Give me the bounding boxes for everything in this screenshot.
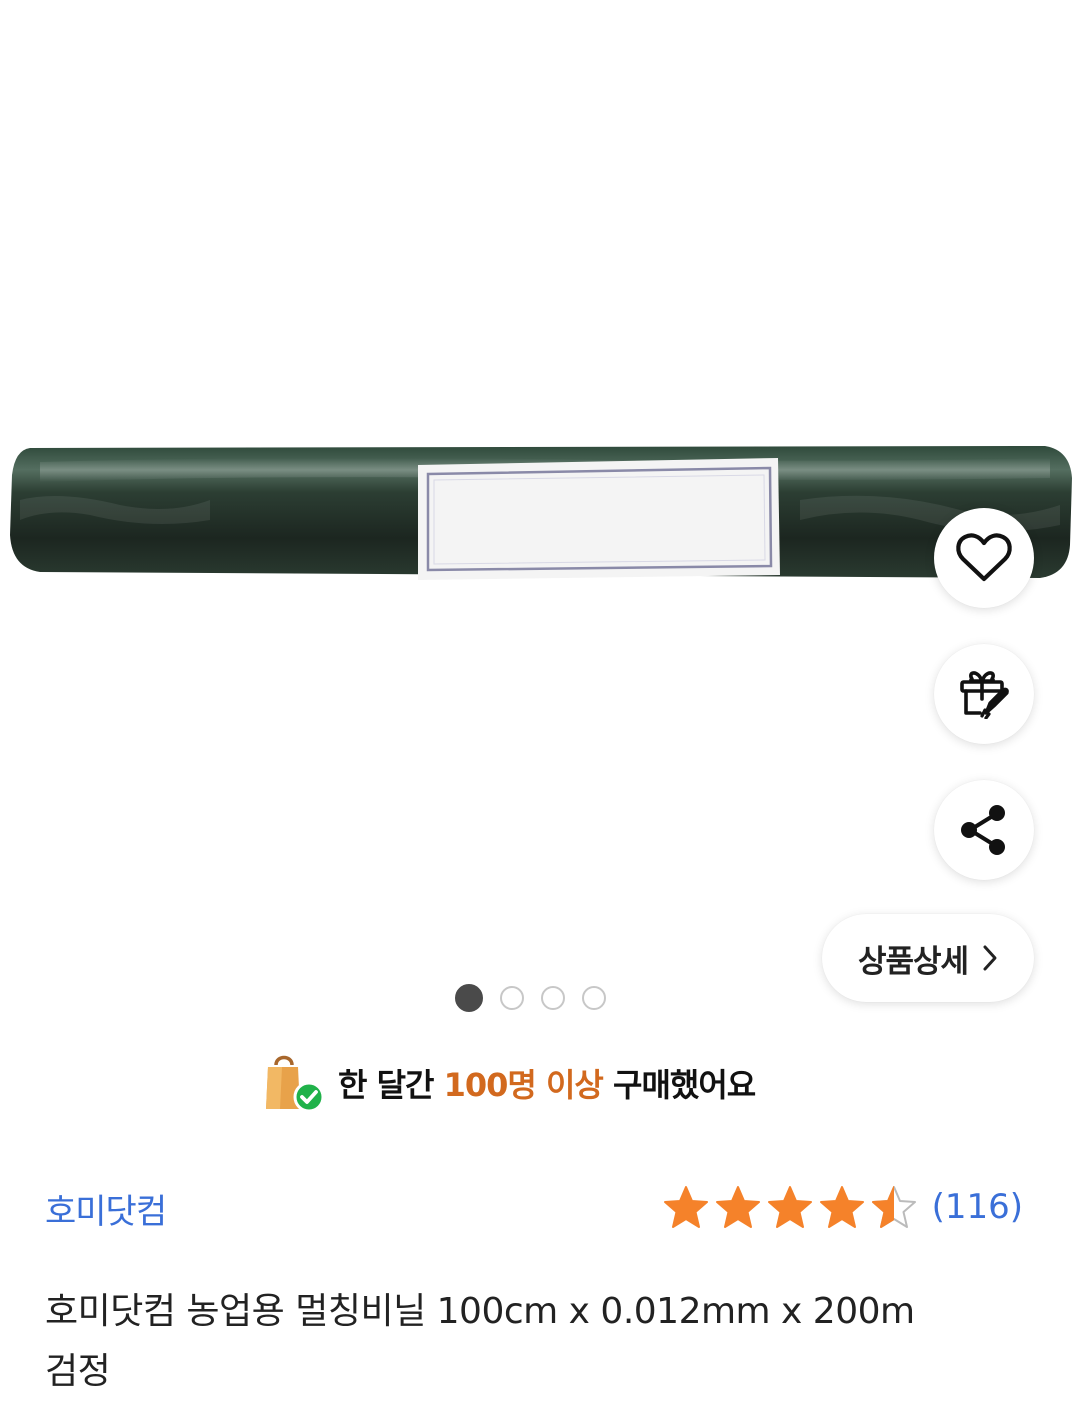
heart-icon [956,533,1012,582]
product-detail-button[interactable]: 상품상세 [822,914,1034,1002]
star-icon [819,1186,864,1228]
star-icon [663,1186,708,1228]
star-icon [767,1186,812,1228]
star-icon [871,1186,916,1228]
share-button[interactable] [934,780,1034,880]
carousel-dot[interactable] [541,986,565,1010]
carousel-indicator [455,984,606,1012]
carousel-dot[interactable] [455,984,483,1012]
like-button[interactable] [934,508,1034,608]
purchase-count-notice: 한 달간 100명 이상 구매했어요 [262,1048,756,1118]
share-icon [961,805,1005,855]
gift-button[interactable] [934,644,1034,744]
purchase-notice-text: 한 달간 100명 이상 구매했어요 [338,1060,756,1106]
purchase-notice-prefix: 한 달간 [338,1066,444,1104]
product-gallery[interactable]: 상품상세 [0,0,1079,1040]
product-rating[interactable]: (116) [662,1184,1023,1230]
carousel-dot[interactable] [500,986,524,1010]
gift-rocket-icon [960,671,1009,719]
purchase-notice-suffix: 구매했어요 [602,1066,756,1104]
chevron-right-icon [983,945,997,971]
rating-stars [662,1184,918,1230]
carousel-dot[interactable] [582,986,606,1010]
shopping-bag-check-icon [266,1055,325,1113]
product-image[interactable] [0,0,1079,1000]
star-icon [715,1186,760,1228]
seller-link[interactable]: 호미닷컴 [45,1184,167,1233]
product-title: 호미닷컴 농업용 멀칭비닐 100cm x 0.012mm x 200m 검정 [45,1291,915,1392]
rating-count: (116) [931,1187,1023,1227]
product-detail-label: 상품상세 [857,943,969,980]
purchase-notice-highlight: 100명 이상 [443,1066,604,1104]
